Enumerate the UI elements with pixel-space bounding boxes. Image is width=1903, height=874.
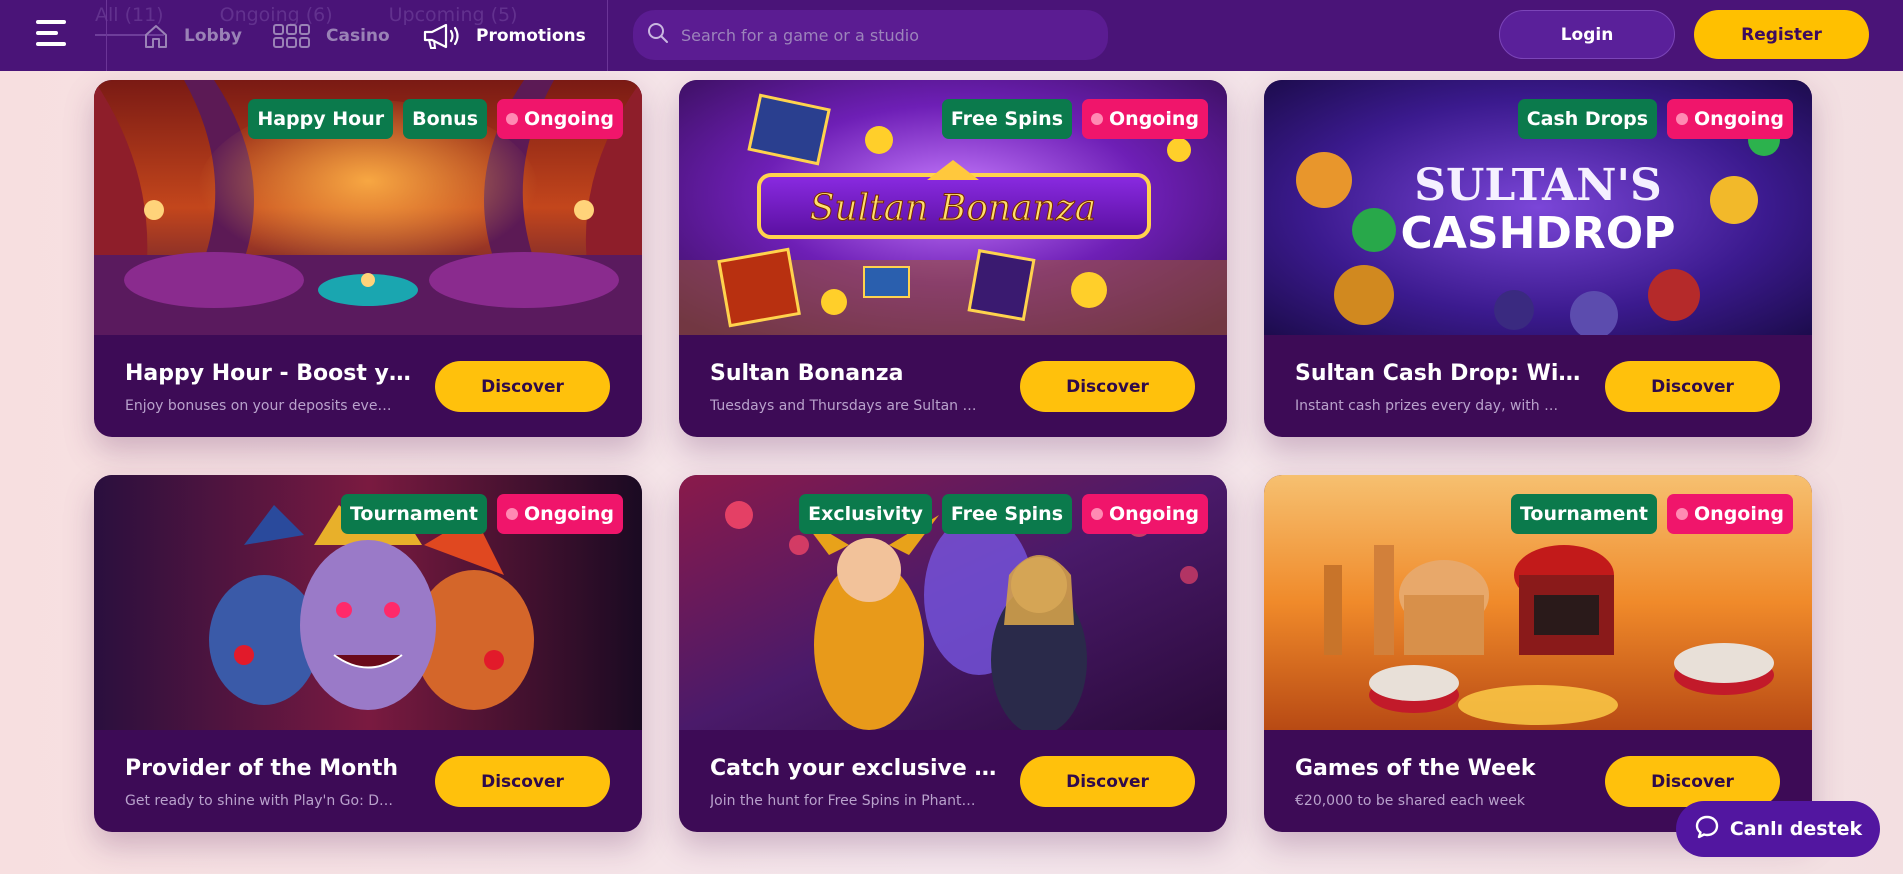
tag-ongoing: Ongoing (1667, 99, 1793, 139)
promo-card-happy-hour[interactable]: Happy Hour Bonus Ongoing Happy Hour - Bo… (94, 80, 642, 437)
tag-free-spins: Free Spins (941, 494, 1073, 534)
promo-title: Sultan Bonanza (710, 361, 904, 386)
discover-button[interactable]: Discover (1020, 361, 1195, 412)
promo-card-body: Sultan Bonanza Tuesdays and Thursdays ar… (679, 335, 1227, 437)
tag-ongoing: Ongoing (497, 99, 623, 139)
nav-lobby-label: Lobby (184, 25, 242, 46)
promo-tags: Happy Hour Bonus Ongoing (248, 99, 623, 139)
nav-casino[interactable]: Casino (272, 0, 390, 71)
home-icon (142, 22, 170, 50)
promo-description: Get ready to shine with Play'n Go: Domin… (125, 793, 395, 809)
promo-card-games-of-the-week[interactable]: Tournament Ongoing Games of the Week €20… (1264, 475, 1812, 832)
register-button[interactable]: Register (1694, 10, 1869, 59)
promo-card-body: Catch your exclusive Free Spins Join the… (679, 730, 1227, 832)
promo-title: Happy Hour - Boost your deposits (125, 361, 415, 386)
login-button[interactable]: Login (1499, 10, 1675, 59)
promo-card-body: Happy Hour - Boost your deposits Enjoy b… (94, 335, 642, 437)
search-icon (647, 22, 669, 48)
tag-ongoing: Ongoing (1667, 494, 1793, 534)
promo-card-exclusive-free-spins[interactable]: Exclusivity Free Spins Ongoing Catch you… (679, 475, 1227, 832)
nav-divider-right (607, 0, 608, 71)
promo-card-body: Sultan Cash Drop: Win your share Instant… (1264, 335, 1812, 437)
tag-bonus: Bonus (403, 99, 488, 139)
promo-card-sultan-cash-drop[interactable]: SULTAN'S CASHDROP Cash Drops Ongoing Sul… (1264, 80, 1812, 437)
discover-button[interactable]: Discover (435, 756, 610, 807)
tag-tournament: Tournament (340, 494, 488, 534)
megaphone-icon (422, 21, 462, 51)
live-support-label: Canlı destek (1729, 818, 1863, 840)
promo-tags: Tournament Ongoing (1510, 494, 1793, 534)
promo-tags: Exclusivity Free Spins Ongoing (799, 494, 1208, 534)
nav-casino-label: Casino (326, 25, 390, 46)
tag-cash-drops: Cash Drops (1517, 99, 1658, 139)
promo-description: Instant cash prizes every day, with no c… (1295, 398, 1565, 414)
search-bar[interactable] (633, 10, 1108, 60)
promo-title: Provider of the Month (125, 756, 399, 781)
live-support-button[interactable]: Canlı destek (1676, 801, 1880, 857)
promo-title: Sultan Cash Drop: Win your share (1295, 361, 1585, 386)
promo-description: €20,000 to be shared each week (1295, 793, 1525, 809)
discover-button[interactable]: Discover (1020, 756, 1195, 807)
sultans-logo-text: SULTAN'S (1414, 160, 1661, 211)
promo-title: Games of the Week (1295, 756, 1536, 781)
tag-free-spins: Free Spins (941, 99, 1073, 139)
promo-description: Join the hunt for Free Spins in Phantom … (710, 793, 980, 809)
promo-tags: Tournament Ongoing (340, 494, 623, 534)
tag-happy-hour: Happy Hour (248, 99, 394, 139)
nav-promotions-label: Promotions (476, 25, 586, 46)
tag-ongoing: Ongoing (1082, 494, 1208, 534)
tag-ongoing: Ongoing (497, 494, 623, 534)
nav-lobby[interactable]: Lobby (142, 0, 242, 71)
menu-icon[interactable] (36, 20, 66, 46)
nav-divider-left (106, 0, 107, 71)
promo-description: Tuesdays and Thursdays are Sultan Bonanz… (710, 398, 980, 414)
tag-tournament: Tournament (1510, 494, 1658, 534)
promo-tags: Free Spins Ongoing (941, 99, 1208, 139)
discover-button[interactable]: Discover (1605, 756, 1780, 807)
promo-card-body: Provider of the Month Get ready to shine… (94, 730, 642, 832)
nav-promotions[interactable]: Promotions (422, 0, 586, 71)
discover-button[interactable]: Discover (435, 361, 610, 412)
promo-description: Enjoy bonuses on your deposits every day (125, 398, 395, 414)
tag-exclusivity: Exclusivity (799, 494, 932, 534)
tag-ongoing: Ongoing (1082, 99, 1208, 139)
search-input[interactable] (681, 25, 1081, 45)
discover-button[interactable]: Discover (1605, 361, 1780, 412)
promo-tags: Cash Drops Ongoing (1517, 99, 1793, 139)
sultan-bonanza-logo-text: Sultan Bonanza (810, 188, 1096, 229)
promo-card-provider-of-the-month[interactable]: Tournament Ongoing Provider of the Month… (94, 475, 642, 832)
promo-card-sultan-bonanza[interactable]: Sultan Bonanza Free Spins Ongoing Sultan… (679, 80, 1227, 437)
cashdrop-logo-text: CASHDROP (1401, 208, 1676, 259)
chat-bubble-icon (1694, 814, 1720, 845)
promo-title: Catch your exclusive Free Spins (710, 756, 1000, 781)
grid-icon (272, 22, 312, 50)
